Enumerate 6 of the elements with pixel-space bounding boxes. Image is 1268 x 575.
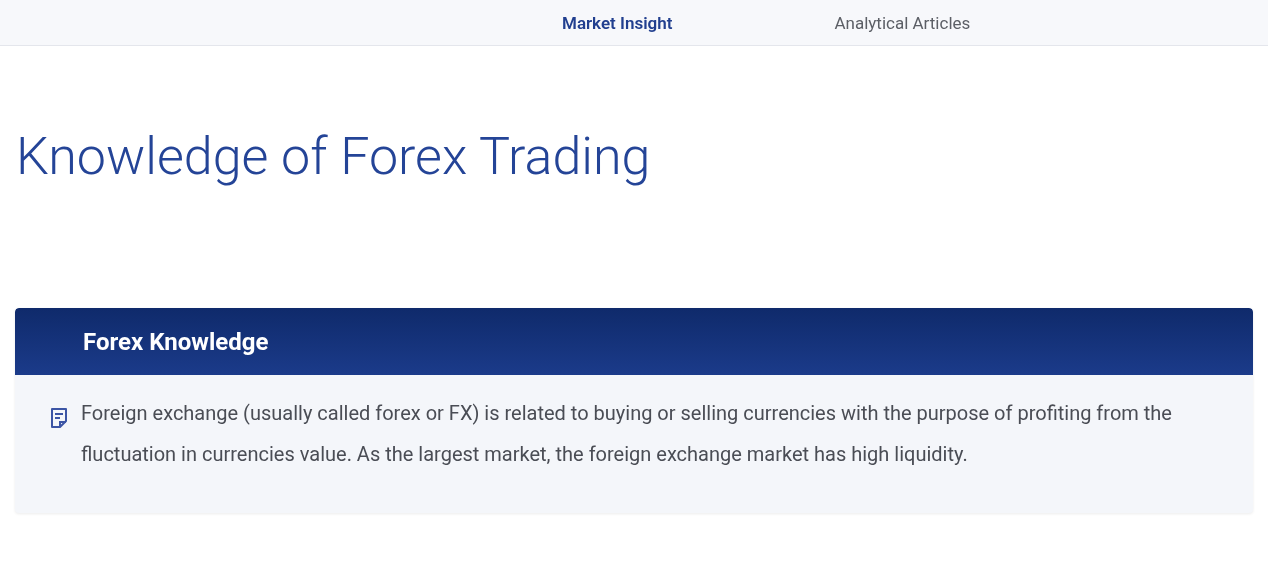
nav-tab[interactable]: Analytical Articles: [834, 12, 971, 33]
note-icon: [49, 407, 69, 429]
page-title: Knowledge of Forex Trading: [16, 126, 652, 188]
nav-tab[interactable]: Market Insight: [562, 12, 673, 33]
section-title: Forex Knowledge: [83, 327, 269, 356]
section-text: Foreign exchange (usually called forex or FX) is related to buying or selling currencies with the purpose of profiting from the fluctuation in currencies value. As the largest market, the foreign exchange market has high liquidity.: [81, 400, 1173, 468]
